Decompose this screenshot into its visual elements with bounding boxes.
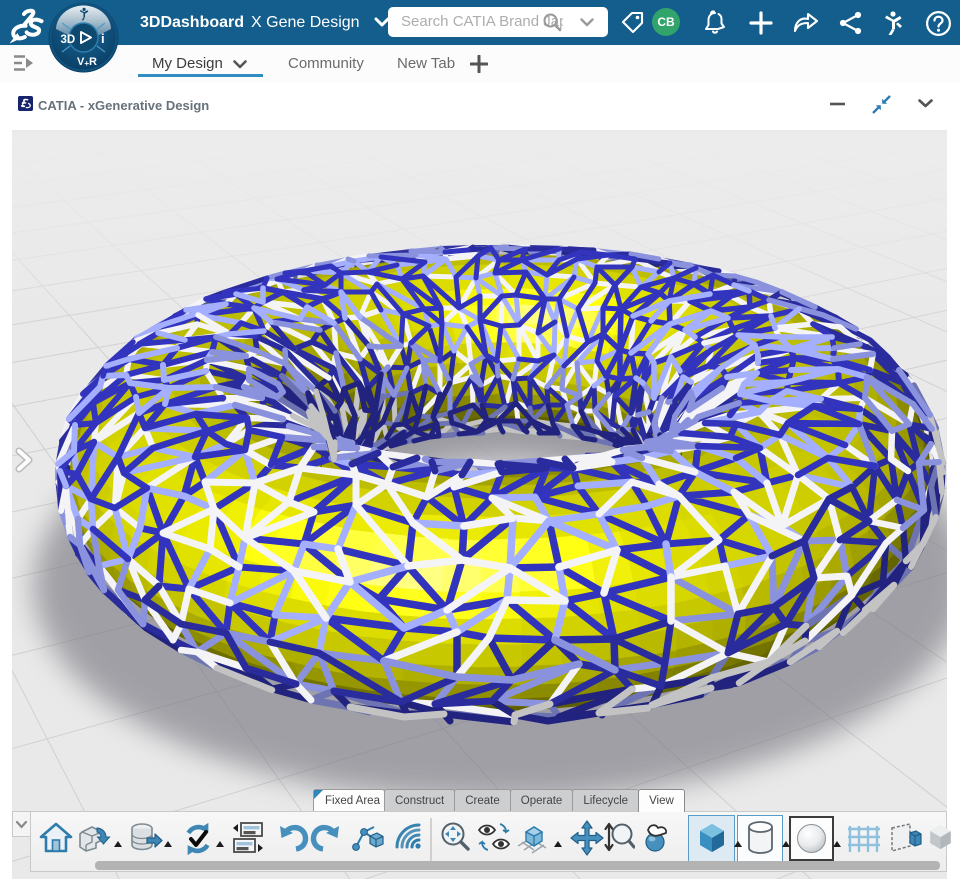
svg-text:3D: 3D — [61, 34, 76, 46]
svg-text:i: i — [101, 31, 105, 46]
